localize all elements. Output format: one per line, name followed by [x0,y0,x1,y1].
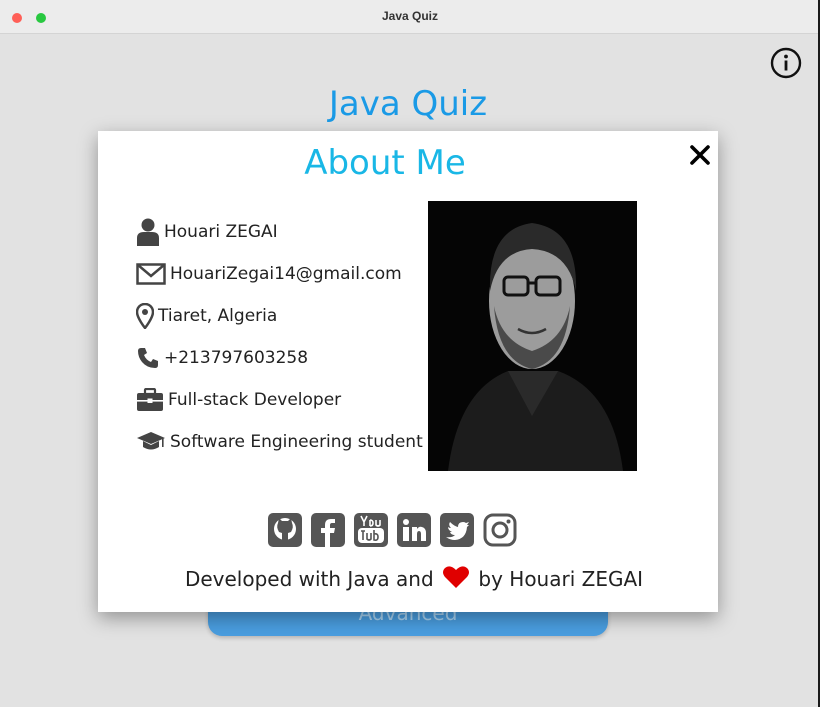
linkedin-icon[interactable] [397,513,431,547]
phone-row: +213797603258 [136,343,308,373]
app-title: Java Quiz [328,84,488,124]
about-dialog: About Me Houari ZEGAI HouariZegai14@gmai… [98,131,718,612]
phone-icon [138,348,158,368]
window-titlebar: Java Quiz [0,0,820,34]
map-pin-icon [136,303,154,329]
education-row: Software Engineering student [136,427,423,457]
job-row: Full-stack Developer [136,385,341,415]
graduation-cap-icon [137,432,165,450]
info-icon[interactable] [770,47,802,79]
mail-icon [136,263,166,285]
github-icon[interactable] [268,513,302,547]
user-icon [137,218,159,246]
email-text: HouariZegai14@gmail.com [170,264,402,284]
facebook-icon[interactable] [311,513,345,547]
close-icon[interactable] [688,143,712,167]
name-row: Houari ZEGAI [136,217,278,247]
briefcase-icon [137,388,163,411]
heart-icon [443,566,470,588]
footer-prefix: Developed with Java and [184,567,434,591]
social-links [268,513,517,547]
education-text: Software Engineering student [170,432,423,452]
phone-text: +213797603258 [164,348,309,368]
youtube-icon[interactable] [354,513,388,547]
window-title: Java Quiz [381,9,439,23]
dialog-title: About Me [304,143,466,183]
instagram-icon[interactable] [483,513,517,547]
location-row: Tiaret, Algeria [136,301,277,331]
location-text: Tiaret, Algeria [158,306,278,326]
email-row: HouariZegai14@gmail.com [136,259,402,289]
name-text: Houari ZEGAI [164,222,278,242]
twitter-icon[interactable] [440,513,474,547]
footer-suffix: by Houari ZEGAI [478,567,644,591]
profile-photo [428,201,637,471]
job-text: Full-stack Developer [168,390,342,410]
footer-credit: Developed with Java and by Houari ZEGAI [98,565,730,591]
